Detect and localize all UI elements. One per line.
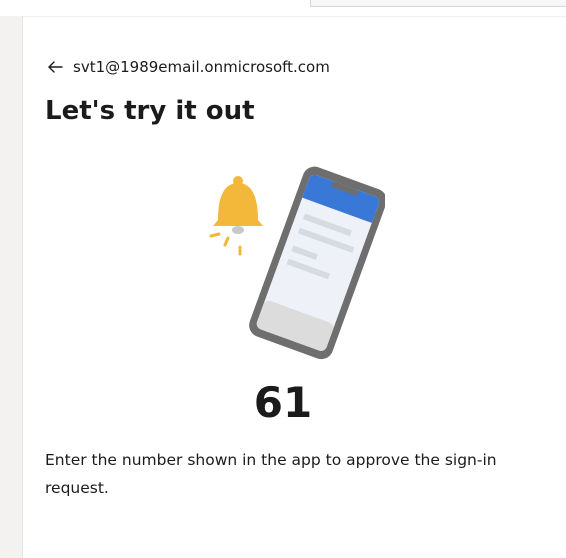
instruction-text: Enter the number shown in the app to app… (45, 451, 497, 497)
left-edge-panel (0, 16, 23, 558)
browser-top-strip (0, 0, 566, 17)
verification-number: 61 (253, 378, 313, 427)
bell-icon (209, 176, 263, 256)
account-row: svt1@1989email.onmicrosoft.com (45, 57, 330, 77)
page-title: Let's try it out (45, 96, 255, 126)
phone-icon (249, 166, 385, 360)
arrow-left-icon[interactable] (45, 57, 65, 77)
account-email: svt1@1989email.onmicrosoft.com (73, 58, 330, 76)
notification-illustration (209, 166, 385, 360)
tab-edge (310, 0, 566, 7)
sign-in-page: svt1@1989email.onmicrosoft.com Let's try… (0, 0, 566, 558)
